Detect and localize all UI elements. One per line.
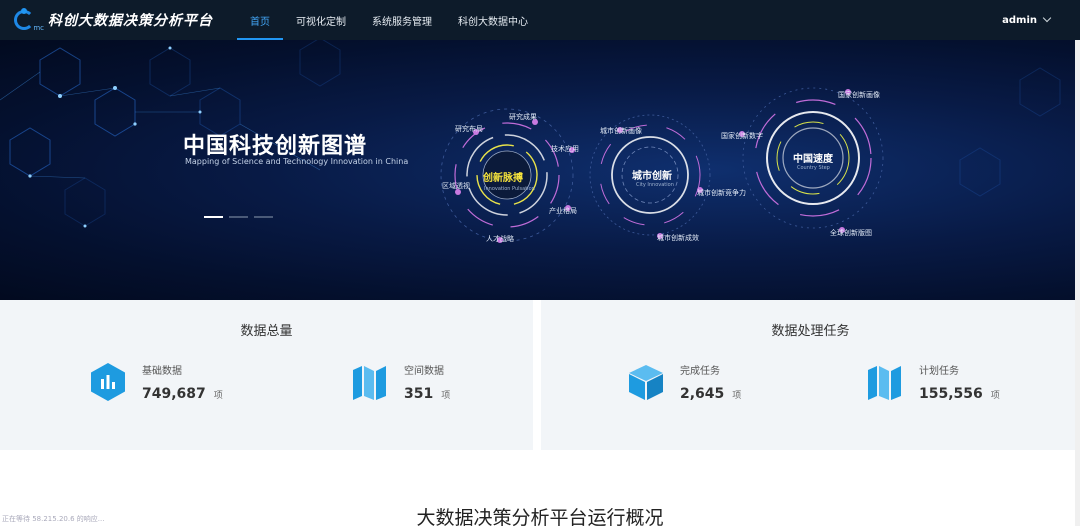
circle1-label-results[interactable]: 研究成果 — [509, 112, 537, 122]
circle-city-innovation-en: City Innovation — [636, 182, 674, 188]
network-background-graphic — [0, 40, 1061, 243]
stat-planned-tasks-label: 计划任务 — [919, 366, 959, 377]
stat-planned-tasks-value: 155,556 — [919, 386, 983, 402]
stat-spatial-data-value: 351 — [404, 386, 434, 402]
user-menu[interactable]: admin — [1002, 0, 1052, 40]
circle3-label-global[interactable]: 全球创新版图 — [830, 228, 872, 238]
panel-divider — [533, 300, 541, 450]
circle-city-innovation-title[interactable]: 城市创新 — [632, 167, 672, 182]
circle1-label-industry[interactable]: 产业格局 — [549, 206, 577, 216]
circle2-label-portrait[interactable]: 城市创新画像 — [600, 126, 642, 136]
hexagon-chart-icon — [88, 362, 128, 402]
circle-innovation-pulse-en: Innovation Pulsation — [484, 186, 535, 192]
stat-basic-data-label: 基础数据 — [142, 366, 182, 377]
circle2-label-competitiveness[interactable]: 城市创新竞争力 — [697, 188, 746, 198]
data-total-title: 数据总量 — [240, 324, 293, 339]
stat-spatial-data[interactable]: 空间数据 351 项 — [350, 362, 450, 402]
top-navigation-bar: mc 科创大数据决策分析平台 首页 可视化定制 系统服务管理 科创大数据中心 a… — [0, 0, 1080, 40]
hero-banner: 中国科技创新图谱 Mapping of Science and Technolo… — [0, 40, 1080, 300]
nav-item-data-center[interactable]: 科创大数据中心 — [445, 0, 541, 40]
banner-title: 中国科技创新图谱 — [183, 134, 368, 159]
circle1-label-application[interactable]: 技术应用 — [551, 144, 579, 154]
stat-completed-tasks-label: 完成任务 — [680, 366, 720, 377]
circle-china-speed-en: Country Step — [797, 165, 830, 171]
stat-planned-tasks-unit: 项 — [990, 391, 1000, 401]
circle1-label-talent[interactable]: 人才战略 — [486, 234, 514, 244]
cube-icon — [626, 362, 666, 402]
stat-basic-data-value: 749,687 — [142, 386, 206, 402]
circle-innovation-pulse-title[interactable]: 创新脉搏 — [483, 169, 523, 184]
carousel-dot-1[interactable] — [204, 216, 223, 218]
folded-map-icon — [350, 362, 390, 402]
carousel-indicators — [204, 216, 279, 218]
stat-completed-tasks-unit: 项 — [732, 391, 742, 401]
nav-item-service-management[interactable]: 系统服务管理 — [359, 0, 445, 40]
circle1-label-region[interactable]: 区域透视 — [442, 181, 470, 191]
brand-title: 科创大数据决策分析平台 — [48, 13, 213, 29]
nav-item-visual-custom[interactable]: 可视化定制 — [283, 0, 359, 40]
circle3-label-digital[interactable]: 国家创新数字 — [721, 131, 763, 141]
logo-icon: mc — [12, 8, 44, 32]
main-nav: 首页 可视化定制 系统服务管理 科创大数据中心 — [237, 0, 541, 40]
stats-section: 数据总量 基础数据 749,687 项 空间数据 351 项 数据处理任务 完成… — [0, 300, 1080, 450]
carousel-dot-3[interactable] — [254, 216, 273, 218]
brand[interactable]: mc 科创大数据决策分析平台 — [0, 0, 237, 40]
banner-subtitle: Mapping of Science and Technology Innova… — [185, 157, 409, 166]
folded-map-icon — [865, 362, 905, 402]
data-task-title: 数据处理任务 — [771, 324, 850, 339]
scrollbar-track[interactable] — [1075, 40, 1080, 526]
username: admin — [1002, 14, 1037, 26]
logo-text: mc — [33, 24, 44, 32]
stat-basic-data-unit: 项 — [213, 391, 223, 401]
data-total-panel: 数据总量 基础数据 749,687 项 空间数据 351 项 — [0, 300, 533, 450]
circle2-label-effect[interactable]: 城市创新成效 — [657, 233, 699, 243]
stat-spatial-data-label: 空间数据 — [404, 366, 444, 377]
stat-completed-tasks[interactable]: 完成任务 2,645 项 — [626, 362, 741, 402]
circle-china-speed-title[interactable]: 中国速度 — [793, 150, 833, 165]
circle3-label-portrait[interactable]: 国家创新画像 — [838, 90, 880, 100]
stat-basic-data[interactable]: 基础数据 749,687 项 — [88, 362, 223, 402]
circle1-label-layout[interactable]: 研究布局 — [455, 124, 483, 134]
carousel-dot-2[interactable] — [229, 216, 248, 218]
chevron-down-icon — [1042, 13, 1052, 23]
stat-spatial-data-unit: 项 — [441, 391, 451, 401]
nav-item-home[interactable]: 首页 — [237, 0, 283, 40]
data-task-panel: 数据处理任务 完成任务 2,645 项 计划任务 155,556 项 — [541, 300, 1080, 450]
stat-completed-tasks-value: 2,645 — [680, 386, 725, 402]
stat-planned-tasks[interactable]: 计划任务 155,556 项 — [865, 362, 1000, 402]
